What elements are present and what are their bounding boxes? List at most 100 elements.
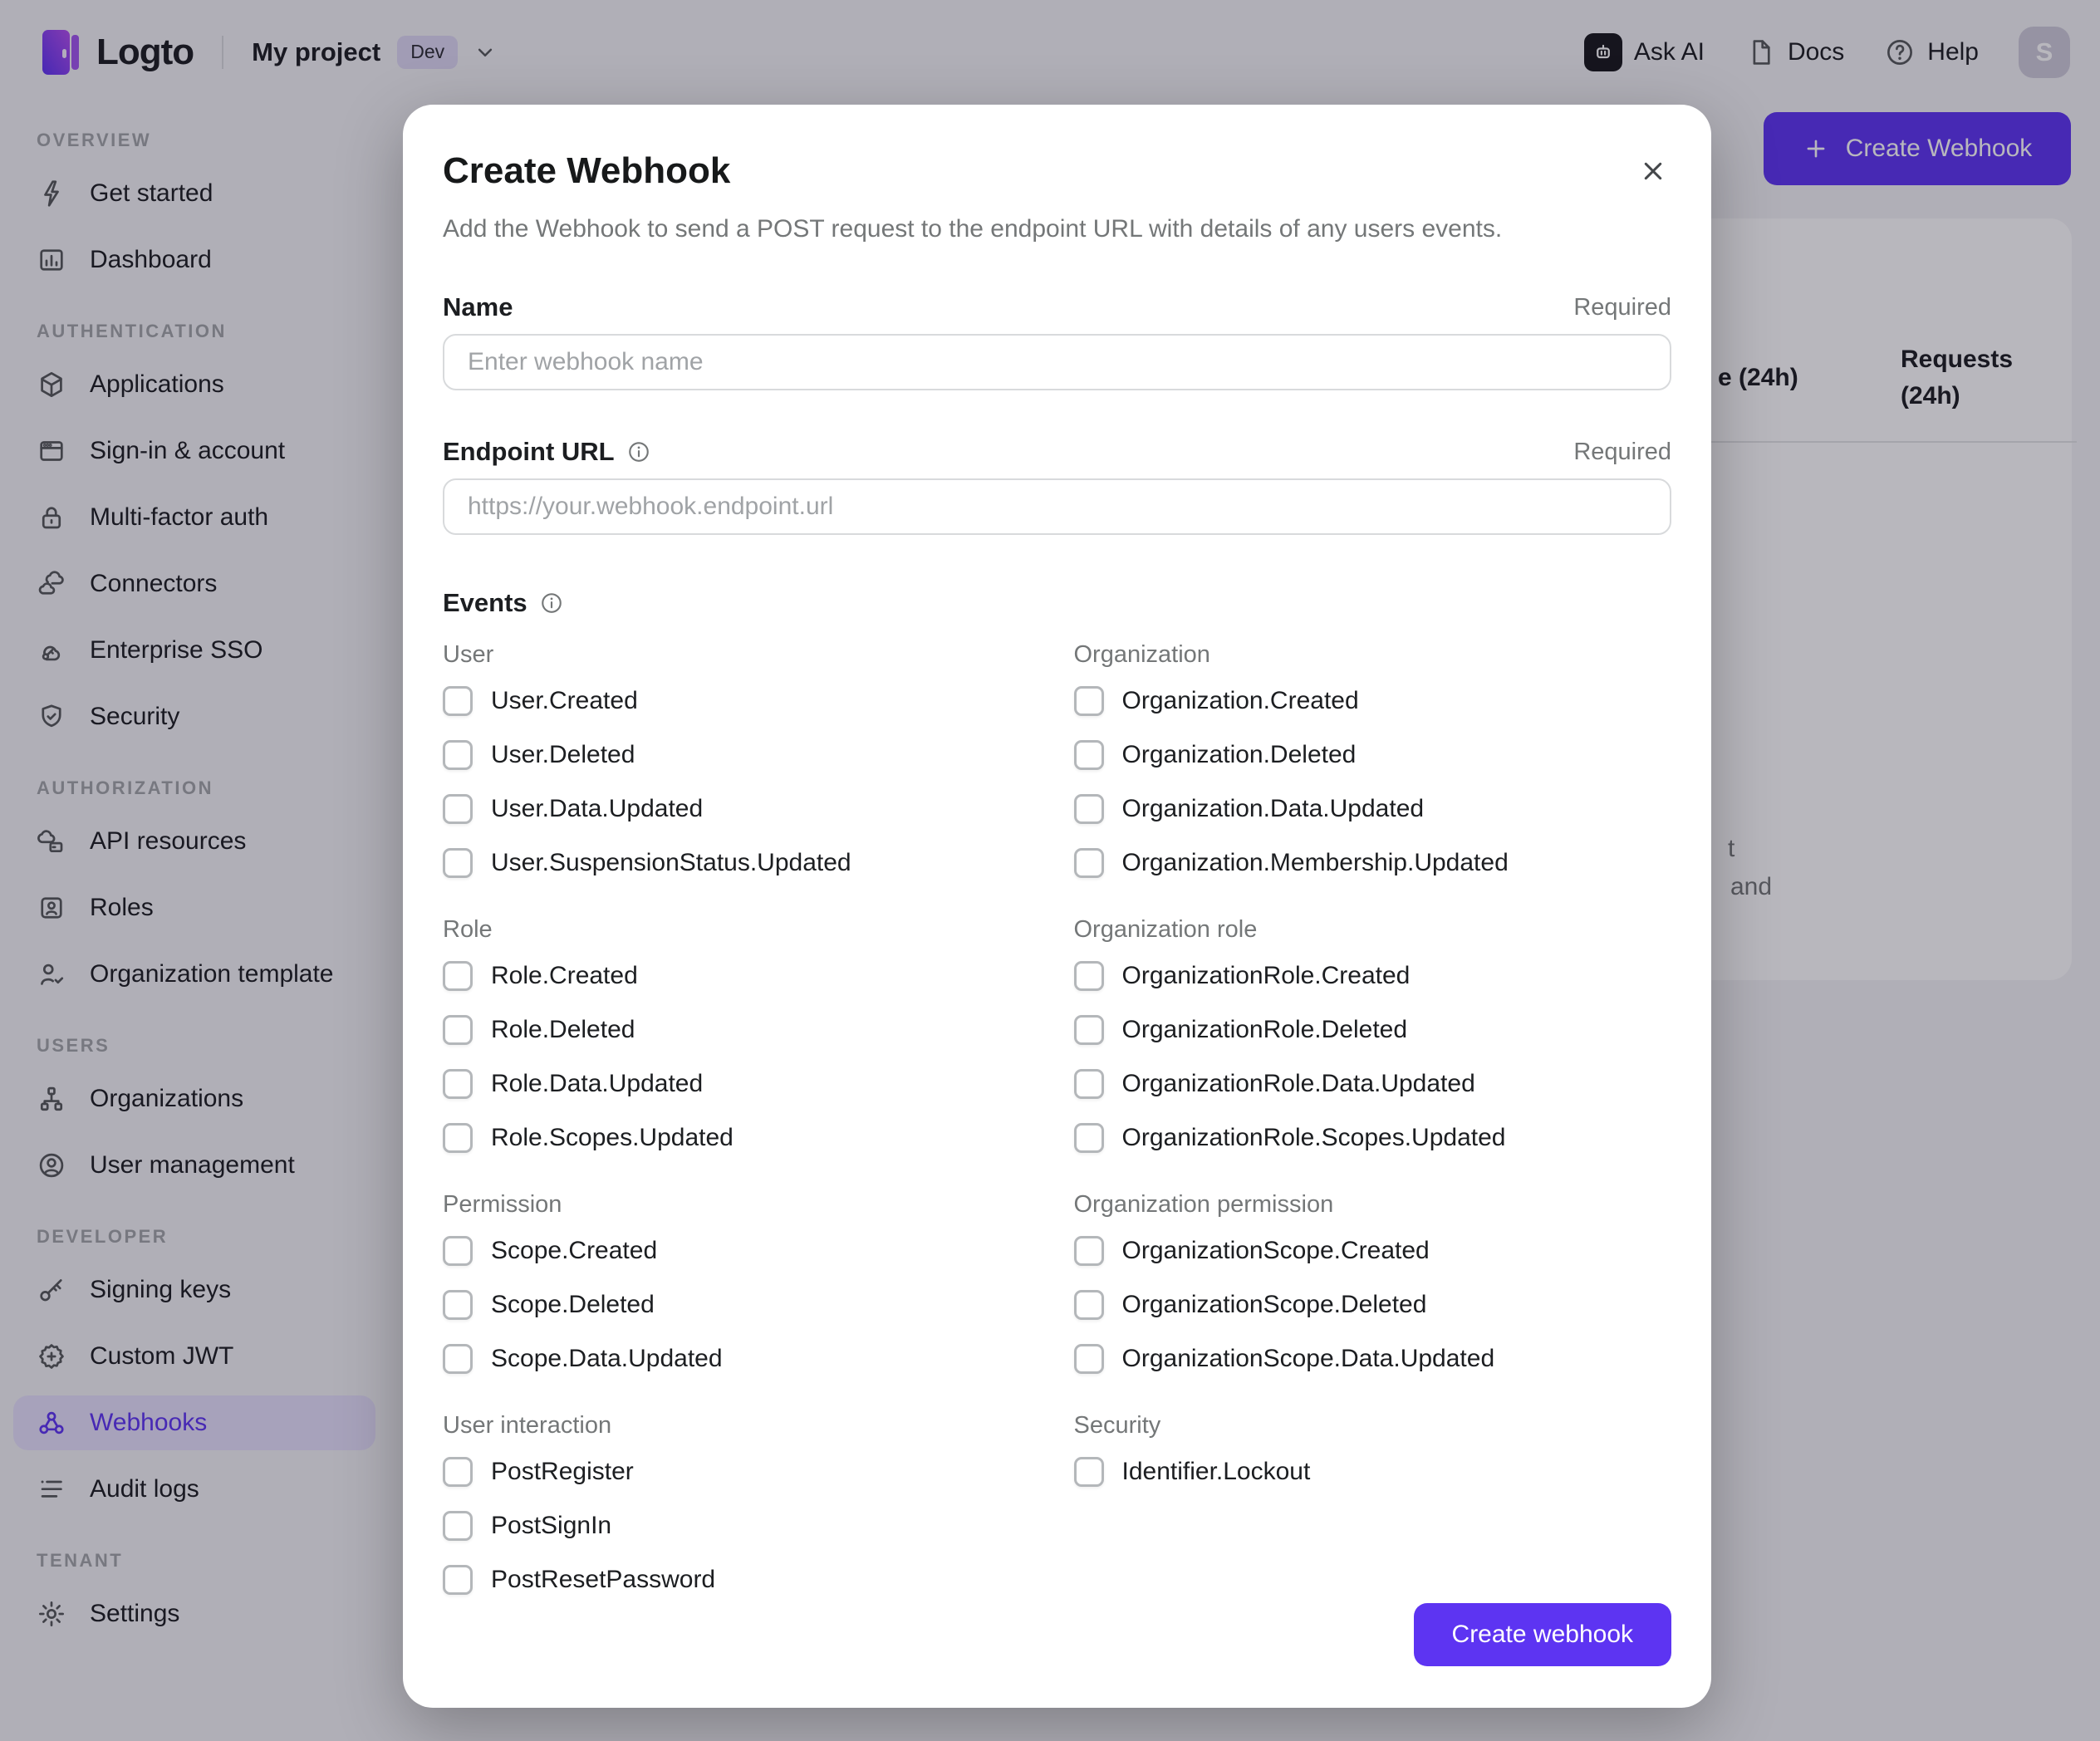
event-label: Organization.Data.Updated: [1121, 795, 1425, 822]
checkbox-organizationscope-created[interactable]: [1073, 1236, 1104, 1266]
checkbox-organizationrole-scopes-updated[interactable]: [1073, 1123, 1104, 1153]
event-row: OrganizationRole.Created: [1073, 958, 1672, 994]
event-label: OrganizationScope.Deleted: [1121, 1291, 1427, 1318]
checkbox-scope-data-updated[interactable]: [443, 1344, 473, 1374]
endpoint-url-field-label: Endpoint URL: [443, 437, 651, 467]
create-webhook-modal: Create Webhook Add the Webhook to send a…: [403, 105, 1711, 1708]
checkbox-organizationrole-deleted[interactable]: [1073, 1015, 1104, 1045]
event-group-organization-permission: Organization permission OrganizationScope…: [1073, 1189, 1672, 1377]
event-group-header: Organization: [1073, 641, 1210, 668]
event-group-user-interaction: User interaction PostRegister PostSignIn Po…: [443, 1410, 1041, 1598]
event-group-header: Organization role: [1073, 916, 1258, 943]
event-label: OrganizationRole.Deleted: [1121, 1016, 1408, 1043]
events-section-label: Events: [443, 588, 1671, 618]
event-group-header: Security: [1073, 1412, 1161, 1439]
event-label: User.Deleted: [491, 741, 635, 768]
event-label: Role.Deleted: [491, 1016, 635, 1043]
event-row: Role.Deleted: [443, 1012, 1041, 1048]
name-field-label: Name: [443, 292, 513, 321]
event-row: User.Deleted: [443, 737, 1041, 773]
checkbox-organization-data-updated[interactable]: [1073, 794, 1104, 824]
checkbox-organization-deleted[interactable]: [1073, 740, 1104, 770]
event-label: Role.Created: [491, 962, 638, 989]
checkbox-organizationscope-deleted[interactable]: [1073, 1290, 1104, 1320]
checkbox-role-created[interactable]: [443, 961, 473, 991]
event-row: Scope.Data.Updated: [443, 1341, 1041, 1377]
event-group-permission: Permission Scope.Created Scope.Deleted Scop…: [443, 1189, 1041, 1377]
event-label: OrganizationRole.Created: [1121, 962, 1411, 989]
event-label: Scope.Data.Updated: [491, 1345, 723, 1372]
event-label: Role.Data.Updated: [491, 1070, 704, 1097]
event-row: OrganizationRole.Data.Updated: [1073, 1066, 1672, 1102]
event-row: PostSignIn: [443, 1508, 1041, 1544]
checkbox-organizationscope-data-updated[interactable]: [1073, 1344, 1104, 1374]
close-icon[interactable]: [1635, 153, 1671, 189]
name-field-block: Name Required: [443, 292, 1671, 390]
checkbox-role-scopes-updated[interactable]: [443, 1123, 473, 1153]
event-row: Role.Created: [443, 958, 1041, 994]
create-webhook-submit-button[interactable]: Create webhook: [1413, 1603, 1671, 1666]
event-label: PostSignIn: [491, 1512, 612, 1539]
event-group-organization-role: Organization role OrganizationRole.Create…: [1073, 915, 1672, 1156]
checkbox-role-data-updated[interactable]: [443, 1069, 473, 1099]
modal-title: Create Webhook: [443, 150, 731, 191]
event-group-organization: Organization Organization.Created Organiza…: [1073, 640, 1672, 881]
checkbox-user-deleted[interactable]: [443, 740, 473, 770]
checkbox-organizationrole-data-updated[interactable]: [1073, 1069, 1104, 1099]
checkbox-organization-membership-updated[interactable]: [1073, 848, 1104, 878]
events-grid: User User.Created User.Deleted User.Data.Up…: [443, 640, 1671, 1598]
checkbox-scope-created[interactable]: [443, 1236, 473, 1266]
event-label: OrganizationRole.Scopes.Updated: [1121, 1124, 1506, 1151]
required-badge: Required: [1573, 293, 1671, 321]
event-group-security: Security Identifier.Lockout: [1073, 1410, 1672, 1598]
event-label: User.Data.Updated: [491, 795, 704, 822]
event-row: OrganizationRole.Scopes.Updated: [1073, 1120, 1672, 1156]
event-label: OrganizationScope.Created: [1121, 1237, 1430, 1264]
event-row: Organization.Deleted: [1073, 737, 1672, 773]
checkbox-identifier-lockout[interactable]: [1073, 1457, 1104, 1487]
checkbox-postregister[interactable]: [443, 1457, 473, 1487]
event-label: Scope.Created: [491, 1237, 658, 1264]
event-row: Scope.Deleted: [443, 1287, 1041, 1323]
event-label: Organization.Membership.Updated: [1121, 849, 1509, 876]
event-row: User.Created: [443, 683, 1041, 719]
event-group-header: Permission: [443, 1191, 562, 1218]
event-label: OrganizationScope.Data.Updated: [1121, 1345, 1495, 1372]
event-row: OrganizationRole.Deleted: [1073, 1012, 1672, 1048]
webhook-name-input[interactable]: [443, 334, 1671, 390]
event-label: PostResetPassword: [491, 1566, 716, 1593]
checkbox-postsignin[interactable]: [443, 1511, 473, 1541]
event-group-header: Role: [443, 916, 493, 943]
checkbox-organizationrole-created[interactable]: [1073, 961, 1104, 991]
event-row: Organization.Data.Updated: [1073, 791, 1672, 827]
event-label: Identifier.Lockout: [1121, 1458, 1311, 1485]
event-group-role: Role Role.Created Role.Deleted Role.Data.Up…: [443, 915, 1041, 1156]
checkbox-organization-created[interactable]: [1073, 686, 1104, 716]
event-row: Scope.Created: [443, 1233, 1041, 1269]
checkbox-role-deleted[interactable]: [443, 1015, 473, 1045]
checkbox-user-created[interactable]: [443, 686, 473, 716]
event-label: Organization.Created: [1121, 687, 1359, 714]
event-row: Identifier.Lockout: [1073, 1454, 1672, 1490]
endpoint-url-input[interactable]: [443, 478, 1671, 535]
event-group-user: User User.Created User.Deleted User.Data.Up…: [443, 640, 1041, 881]
event-row: Organization.Created: [1073, 683, 1672, 719]
event-label: Organization.Deleted: [1121, 741, 1357, 768]
checkbox-scope-deleted[interactable]: [443, 1290, 473, 1320]
event-row: Role.Data.Updated: [443, 1066, 1041, 1102]
info-icon[interactable]: [539, 591, 564, 615]
info-icon[interactable]: [626, 439, 651, 464]
checkbox-user-suspensionstatus-updated[interactable]: [443, 848, 473, 878]
event-row: PostResetPassword: [443, 1562, 1041, 1598]
event-label: OrganizationRole.Data.Updated: [1121, 1070, 1475, 1097]
event-row: Organization.Membership.Updated: [1073, 845, 1672, 881]
checkbox-postresetpassword[interactable]: [443, 1565, 473, 1595]
required-badge: Required: [1573, 438, 1671, 465]
event-label: Role.Scopes.Updated: [491, 1124, 734, 1151]
checkbox-user-data-updated[interactable]: [443, 794, 473, 824]
event-group-header: Organization permission: [1073, 1191, 1334, 1218]
event-label: Scope.Deleted: [491, 1291, 655, 1318]
event-row: User.Data.Updated: [443, 791, 1041, 827]
event-row: User.SuspensionStatus.Updated: [443, 845, 1041, 881]
event-label: PostRegister: [491, 1458, 634, 1485]
